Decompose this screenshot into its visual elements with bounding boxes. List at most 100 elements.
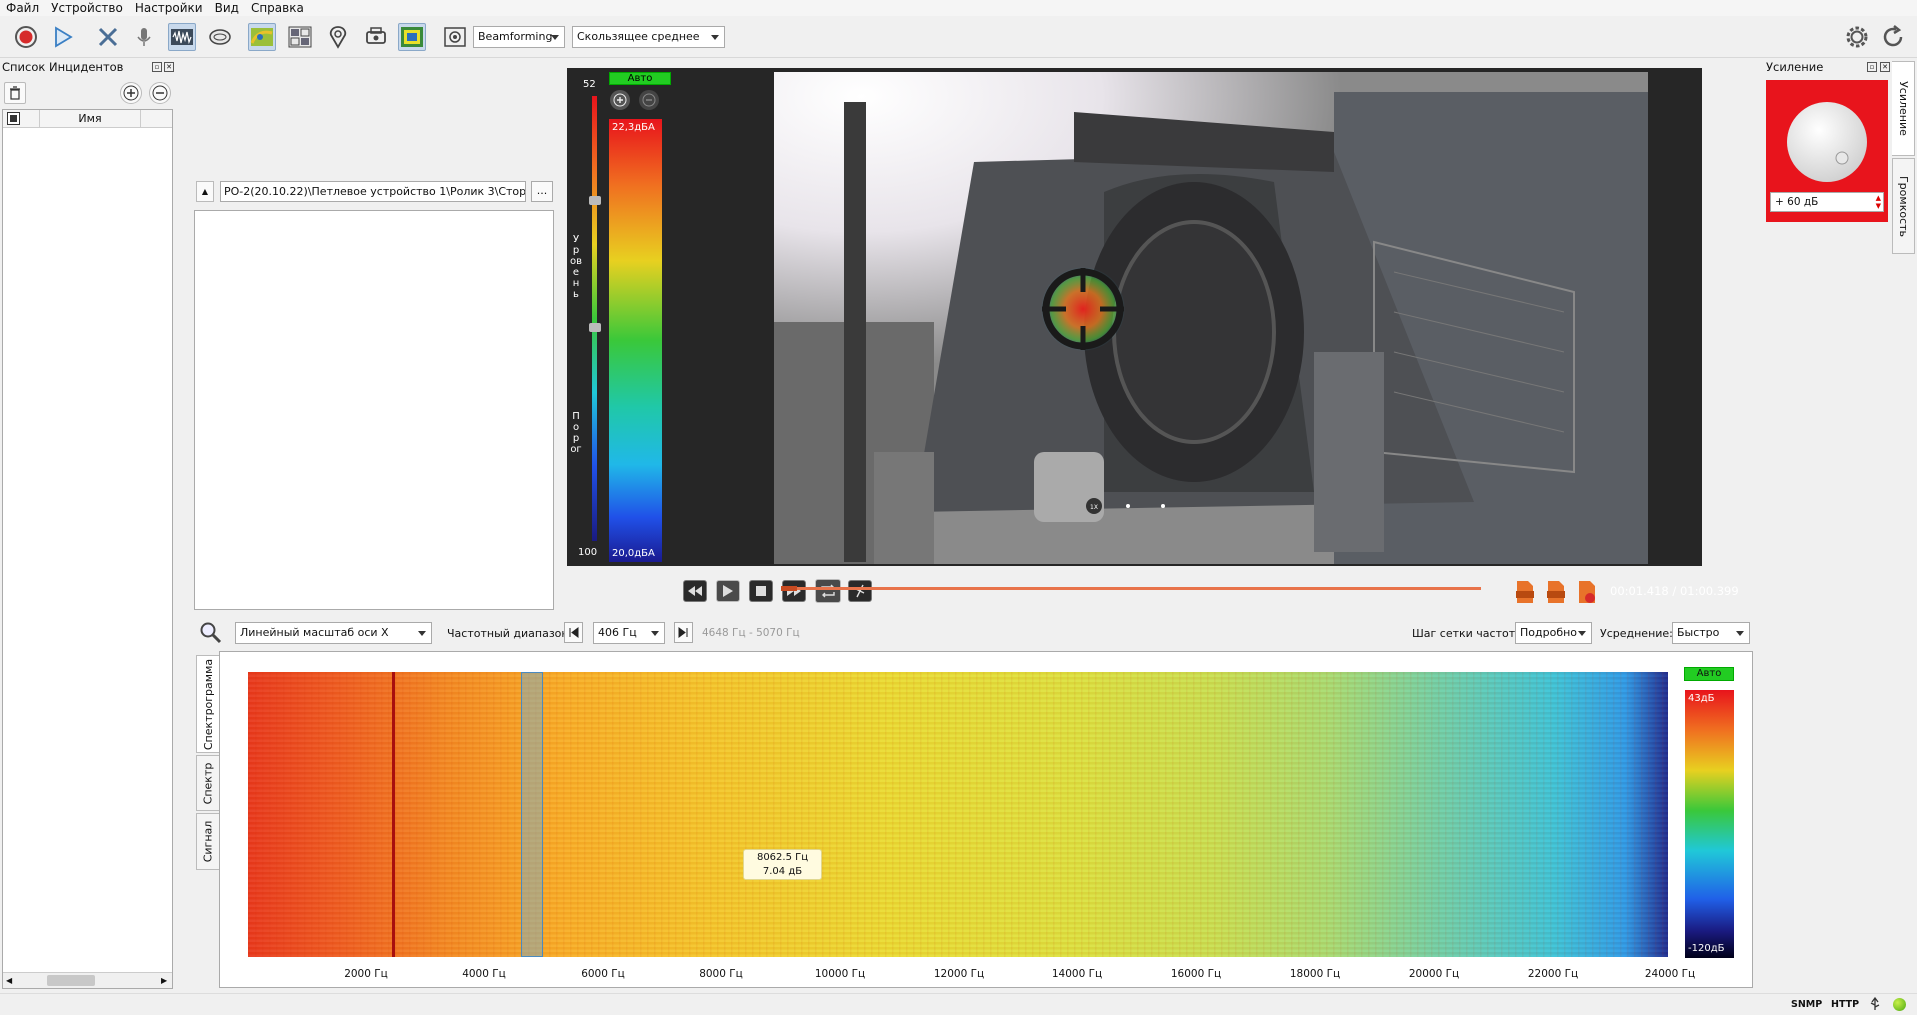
- column-name[interactable]: Имя: [39, 110, 141, 127]
- spin-up-icon[interactable]: ▲: [1876, 194, 1881, 202]
- tab-volume[interactable]: Громкость: [1892, 158, 1915, 254]
- rewind-icon: [688, 586, 702, 596]
- zoom-tool-button[interactable]: [198, 620, 222, 644]
- tools-button[interactable]: [94, 23, 122, 51]
- close-icon[interactable]: ✕: [164, 62, 174, 72]
- skip-end-icon: [678, 627, 688, 638]
- ellipse-button[interactable]: [206, 23, 234, 51]
- table-header: Имя: [3, 110, 172, 128]
- path-field[interactable]: РО-2(20.10.22)\Петлевое устройство 1\Рол…: [220, 181, 526, 202]
- zoom-in-button[interactable]: [610, 90, 630, 110]
- tab-spectrogram-label: Спектрограмма: [202, 658, 215, 750]
- menu-device[interactable]: Устройство: [45, 0, 129, 16]
- level-slider-handle[interactable]: [589, 196, 601, 205]
- waveform-button[interactable]: [168, 23, 196, 51]
- projector-button[interactable]: [362, 23, 390, 51]
- scroll-left-icon[interactable]: ◀: [6, 976, 12, 985]
- range-end-button[interactable]: [674, 622, 693, 643]
- play-pause-button[interactable]: [716, 580, 740, 602]
- play-button[interactable]: [48, 23, 76, 51]
- delete-incident-button[interactable]: [4, 82, 26, 104]
- chevron-down-icon: [1578, 631, 1586, 636]
- grid-step-select[interactable]: Подробно: [1515, 622, 1592, 644]
- level-scale: [592, 96, 597, 541]
- location-pin-button[interactable]: [324, 23, 352, 51]
- zoom-indicator-label: 1X: [1090, 504, 1098, 511]
- beamforming-select[interactable]: Beamforming: [473, 26, 565, 48]
- settings-button[interactable]: [1843, 23, 1871, 51]
- zoom-in-icon: [613, 93, 627, 107]
- x-tick-label: 20000 Гц: [1408, 968, 1460, 980]
- progress-track[interactable]: [781, 586, 1481, 591]
- skip-start-icon: [569, 627, 579, 638]
- tree-view[interactable]: [194, 210, 554, 610]
- rewind-button[interactable]: [683, 580, 707, 602]
- snmp-status: SNMP: [1791, 999, 1823, 1010]
- horizontal-scrollbar[interactable]: ◀ ▶: [3, 972, 172, 988]
- remove-incident-button[interactable]: [149, 82, 171, 104]
- scroll-thumb[interactable]: [47, 975, 95, 986]
- location-pin-icon: [329, 26, 347, 49]
- microphone-button[interactable]: [130, 23, 158, 51]
- gain-value: + 60 дБ: [1775, 196, 1819, 208]
- close-icon[interactable]: ✕: [1880, 62, 1890, 72]
- marker-button[interactable]: [848, 580, 872, 602]
- tab-spectrum[interactable]: Спектр: [196, 755, 220, 811]
- tab-spectrogram[interactable]: Спектрограмма: [196, 655, 220, 753]
- frequency-selection[interactable]: [521, 672, 543, 957]
- averaging-select[interactable]: Скользящее среднее: [572, 26, 725, 48]
- chevron-down-icon: [418, 631, 426, 636]
- grid-step-value: Подробно: [1520, 626, 1578, 639]
- select-all-checkbox[interactable]: [7, 112, 20, 125]
- fast-forward-button[interactable]: [782, 580, 806, 602]
- usb-icon: [1870, 997, 1880, 1010]
- record-button[interactable]: [12, 23, 40, 51]
- range-start-button[interactable]: [564, 622, 583, 643]
- grid-button[interactable]: [286, 23, 314, 51]
- record-icon: [15, 26, 37, 48]
- carousel-dot[interactable]: [1161, 504, 1165, 508]
- add-incident-button[interactable]: [120, 82, 142, 104]
- incidents-title: Список Инцидентов: [2, 60, 124, 74]
- float-icon[interactable]: ▫: [152, 62, 162, 72]
- menu-settings[interactable]: Настройки: [129, 0, 209, 16]
- mp4-file-icon: [1516, 581, 1534, 603]
- averaging-speed-select[interactable]: Быстро: [1672, 622, 1750, 644]
- frequency-range-select[interactable]: 406 Гц: [593, 622, 665, 644]
- gain-knob[interactable]: [1785, 100, 1869, 184]
- chevron-down-icon: [551, 35, 559, 40]
- chevron-down-icon: [651, 631, 659, 636]
- float-icon[interactable]: ▫: [1867, 62, 1877, 72]
- grid-icon: [288, 26, 312, 48]
- threshold-slider-handle[interactable]: [589, 323, 601, 332]
- tab-signal[interactable]: Сигнал: [196, 813, 220, 870]
- level-auto-button[interactable]: Авто: [609, 72, 671, 85]
- path-up-button[interactable]: ▲: [196, 181, 214, 202]
- spectrogram-auto-button[interactable]: Авто: [1684, 667, 1734, 681]
- ellipse-icon: [209, 29, 231, 45]
- menu-help[interactable]: Справка: [245, 0, 310, 16]
- loop-button[interactable]: [815, 579, 841, 603]
- carousel-dot[interactable]: [1126, 504, 1130, 508]
- gain-spinbox[interactable]: + 60 дБ ▲ ▼: [1770, 192, 1884, 212]
- averaging-speed-value: Быстро: [1677, 626, 1720, 639]
- tab-gain[interactable]: Усиление: [1892, 61, 1915, 156]
- refresh-button[interactable]: [1879, 23, 1907, 51]
- heatmap-button[interactable]: [398, 23, 426, 51]
- browse-button[interactable]: ...: [531, 181, 553, 202]
- export-wav-button[interactable]: [1546, 580, 1568, 604]
- axis-scale-select[interactable]: Линейный масштаб оси X: [235, 622, 432, 644]
- spin-down-icon[interactable]: ▼: [1876, 202, 1881, 210]
- chevron-down-icon: [711, 35, 719, 40]
- menu-view[interactable]: Вид: [209, 0, 245, 16]
- export-mp4-button[interactable]: [1515, 580, 1537, 604]
- spectrogram-image[interactable]: 8062.5 Гц 7.04 дБ: [248, 672, 1668, 957]
- stop-button[interactable]: [749, 580, 773, 602]
- scroll-right-icon[interactable]: ▶: [161, 976, 167, 985]
- menu-file[interactable]: Файл: [0, 0, 45, 16]
- colormap-min: 20,0дБА: [612, 548, 655, 559]
- camera-overlay-button[interactable]: [248, 23, 276, 51]
- snapshot-button[interactable]: [441, 23, 469, 51]
- export-file-button[interactable]: [1577, 580, 1599, 604]
- zoom-out-button[interactable]: [639, 90, 659, 110]
